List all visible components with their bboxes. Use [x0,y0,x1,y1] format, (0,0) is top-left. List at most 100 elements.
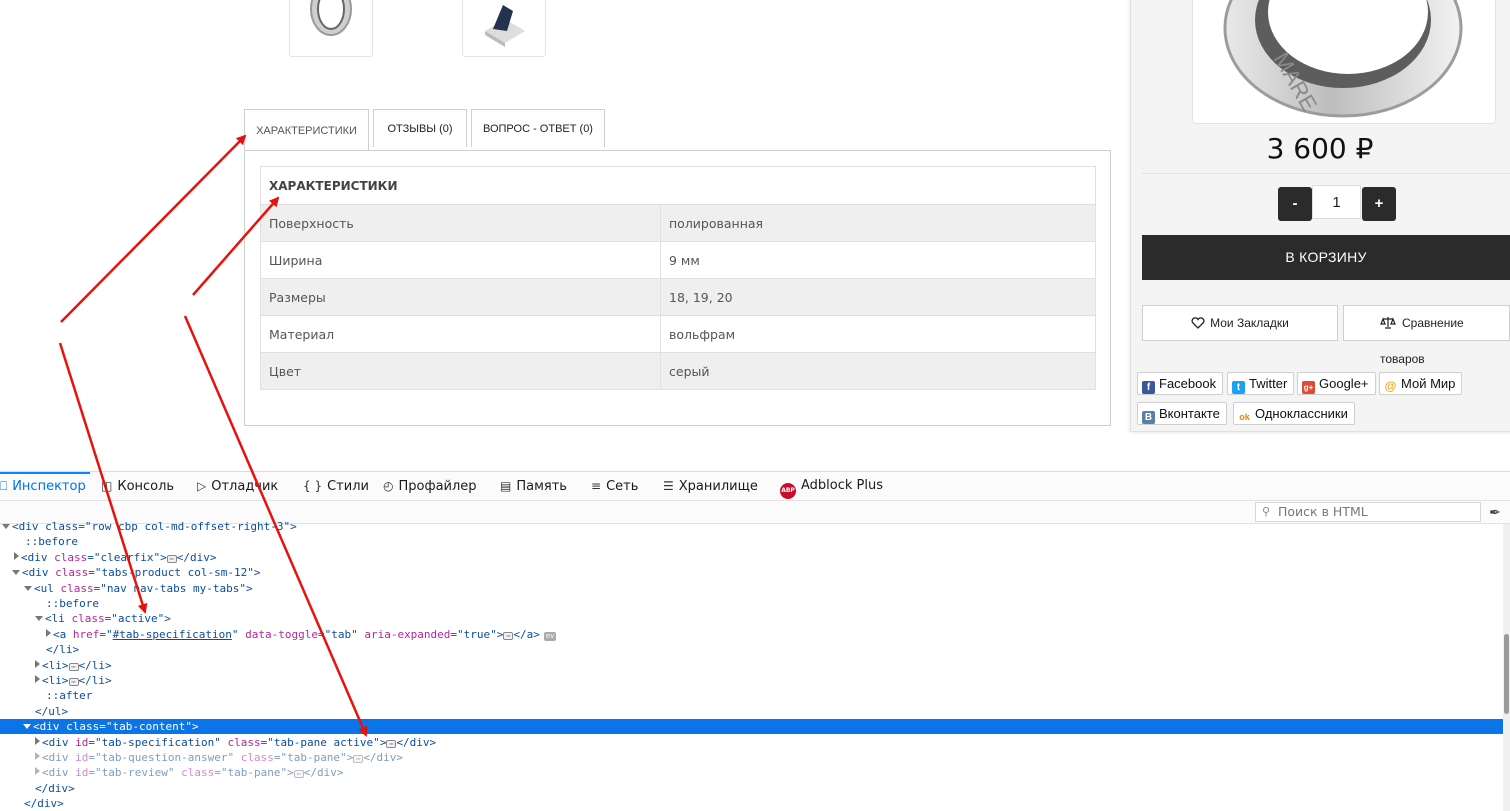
table-row: Материал вольфрам [260,315,1096,353]
bookmarks-label: Мои Закладки [1210,316,1289,330]
spec-name: Материал [260,315,661,353]
add-to-cart-button[interactable]: В КОРЗИНУ [1142,235,1510,280]
table-row: Ширина 9 мм [260,241,1096,279]
devtools-tab-profiler[interactable]: ◴ Профайлер [383,472,477,500]
tab-label: Хранилище [678,479,758,494]
markup-line[interactable]: <div id="tab-review" class="tab-pane"> ⋯ <… [0,765,1510,780]
share-label: Twitter [1249,376,1288,391]
html-markup-view: <div class="row cbp col-md-offset-right-… [0,520,1510,811]
twitter-icon: t [1232,381,1245,394]
specification-table: ХАРАКТЕРИСТИКИ Поверхность полированная Ш… [260,166,1096,390]
share-facebook-button[interactable]: f Facebook [1137,372,1224,395]
adblock-icon: ABP [780,483,796,499]
share-label: Одноклассники [1255,406,1348,421]
markup-line[interactable]: ::before [0,596,1510,611]
markup-line[interactable]: </ul> [0,704,1510,719]
collapsed-content-icon: ⋯ [166,555,177,563]
markup-line[interactable]: <li class="active"> [0,611,1510,626]
devtools-tab-console[interactable]: ◫ Консоль [101,472,174,500]
tab-label: Отладчик [211,479,279,494]
share-twitter-button[interactable]: t Twitter [1227,372,1295,395]
devtools-tab-memory[interactable]: ▤ Память [500,472,567,500]
profiler-icon: ◴ [383,479,394,493]
memory-icon: ▤ [500,479,512,493]
markup-line[interactable]: <ul class="nav nav-tabs my-tabs"> [0,581,1510,596]
markup-line[interactable]: <li> ⋯ </li> [0,658,1510,673]
spec-name: Цвет [260,352,661,390]
markup-line[interactable]: ::before [0,534,1510,549]
product-thumbnail-box[interactable] [462,0,546,57]
share-googleplus-button[interactable]: g+ Google+ [1297,372,1376,395]
scrollbar-thumb[interactable] [1504,634,1509,714]
markup-line-selected[interactable]: <div class="tab-content"> [0,719,1510,734]
markup-line[interactable]: </div> [0,781,1510,796]
network-icon: ≡ [591,479,602,493]
markup-scrollbar[interactable] [1503,524,1510,811]
product-price: 3 600 ₽ [1266,132,1374,165]
tab-label: Стили [327,479,369,494]
spec-value: 9 мм [660,241,1096,279]
table-row: Размеры 18, 19, 20 [260,278,1096,316]
tab-question-answer[interactable]: ВОПРОС - ОТВЕТ (0) [471,109,605,147]
vkontakte-icon: B [1142,411,1155,424]
storage-icon: ☰ [663,479,674,493]
share-label: Google+ [1319,376,1369,391]
markup-line[interactable]: <li> ⋯ </li> [0,673,1510,688]
tab-label: Профайлер [398,479,477,494]
quantity-decrease-button[interactable]: - [1278,187,1312,221]
product-main-image[interactable]: MARE [1192,0,1496,124]
spec-value: вольфрам [660,315,1096,353]
markup-line[interactable]: <div id="tab-specification" class="tab-p… [0,735,1510,750]
inspector-icon: ⎕ [0,479,8,493]
devtools-tab-storage[interactable]: ☰ Хранилище [663,472,758,500]
moymir-icon: @ [1384,379,1397,393]
markup-line[interactable]: ::after [0,688,1510,703]
markup-line[interactable]: </div> [0,796,1510,811]
share-vkontakte-button[interactable]: B Вконтакте [1137,402,1227,425]
devtools-tab-network[interactable]: ≡ Сеть [591,472,638,500]
share-label: Мой Мир [1401,376,1456,391]
debugger-icon: ▷ [197,479,207,493]
arrow-to-tab [60,134,247,323]
quantity-increase-button[interactable]: + [1362,187,1396,221]
share-odnoklassniki-button[interactable]: ok Одноклассники [1233,402,1355,425]
share-label: Вконтакте [1159,406,1220,421]
quantity-input[interactable]: 1 [1312,185,1361,219]
facebook-icon: f [1142,381,1155,394]
heart-icon [1191,308,1205,342]
event-badge: ev [543,632,557,641]
tab-label: Сеть [606,479,639,494]
bookmarks-button[interactable]: Мои Закладки [1142,305,1338,341]
share-label: Facebook [1159,376,1217,391]
spec-value: полированная [660,204,1096,242]
markup-line[interactable]: </li> [0,642,1510,657]
devtools-tab-adblock[interactable]: ABP Adblock Plus [780,472,883,500]
braces-icon: { } [303,479,323,493]
odnoklassniki-icon: ok [1238,411,1251,424]
markup-line[interactable]: <a href="#tab-specification" data-toggle… [0,627,1510,642]
spec-value: серый [660,352,1096,390]
markup-line[interactable]: <div id="tab-question-answer" class="tab… [0,750,1510,765]
spec-name: Размеры [260,278,661,316]
spec-name: Поверхность [260,204,661,242]
share-moymir-button[interactable]: @ Мой Мир [1379,372,1463,395]
devtools-tab-inspector[interactable]: ⎕ Инспектор [0,472,90,500]
compare-button[interactable]: Сравнение товаров [1343,305,1510,366]
specification-heading: ХАРАКТЕРИСТИКИ [260,166,1096,205]
table-row: Поверхность полированная [260,204,1096,242]
markup-line[interactable]: <div class="clearfix"> ⋯ </div> [0,550,1510,565]
tab-reviews[interactable]: ОТЗЫВЫ (0) [373,109,467,147]
console-icon: ◫ [101,479,113,493]
spec-value: 18, 19, 20 [660,278,1096,316]
tab-label: Консоль [117,479,175,494]
divider [1142,173,1510,174]
tab-specification[interactable]: ХАРАКТЕРИСТИКИ [244,109,369,151]
markup-line[interactable]: <div class="row cbp col-md-offset-right-… [0,519,1505,534]
devtools-tab-debugger[interactable]: ▷ Отладчик [197,472,278,500]
devtools-tab-styles[interactable]: { } Стили [303,472,369,500]
tab-label: Adblock Plus [801,478,884,493]
scales-icon [1380,308,1396,342]
markup-line[interactable]: <div class="tabs-product col-sm-12"> [0,565,1510,580]
search-placeholder: Поиск в HTML [1278,504,1368,519]
product-thumbnail-ring[interactable] [289,0,373,57]
